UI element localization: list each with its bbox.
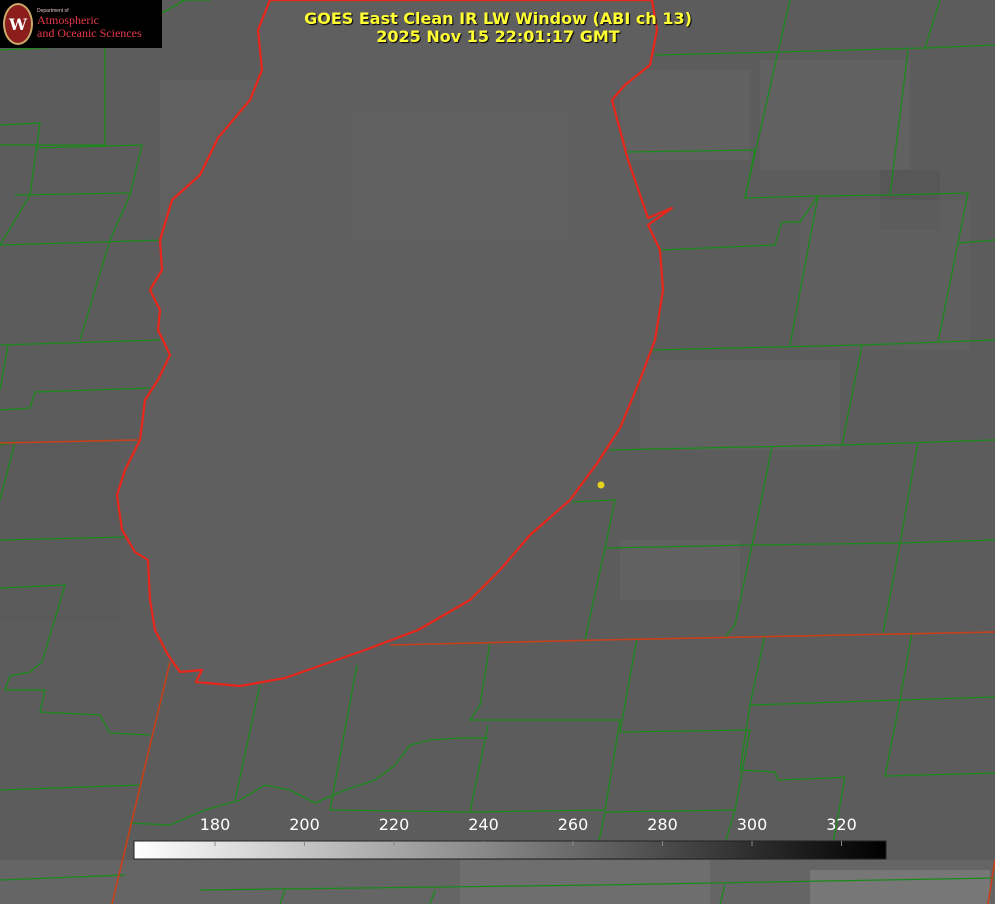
logo-text: Department of Atmospheric and Oceanic Sc… xyxy=(37,8,142,40)
aos-logo: W Department of Atmospheric and Oceanic … xyxy=(0,0,162,48)
logo-name-line1: Atmospheric xyxy=(37,13,99,28)
image-title: GOES East Clean IR LW Window (ABI ch 13)… xyxy=(248,10,748,46)
title-product: GOES East Clean IR LW Window (ABI ch 13) xyxy=(304,9,692,28)
colorbar-tick-label: 300 xyxy=(737,815,768,834)
colorbar-tick-label: 280 xyxy=(647,815,678,834)
location-marker-icon xyxy=(597,481,605,489)
university-seal-icon: W xyxy=(3,3,33,45)
colorbar xyxy=(133,840,887,860)
title-timestamp: 2025 Nov 15 22:01:17 GMT xyxy=(376,27,620,46)
colorbar-tick-label: 220 xyxy=(379,815,410,834)
colorbar-tick-label: 260 xyxy=(558,815,589,834)
colorbar-tick-label: 320 xyxy=(826,815,857,834)
satellite-map[interactable]: 180 200 220 240 260 280 300 320 xyxy=(0,0,995,904)
colorbar-tick-label: 200 xyxy=(289,815,320,834)
colorbar-tick-label: 240 xyxy=(468,815,499,834)
logo-name-line2: and Oceanic Sciences xyxy=(37,25,142,40)
colorbar-tick-label: 180 xyxy=(200,815,231,834)
